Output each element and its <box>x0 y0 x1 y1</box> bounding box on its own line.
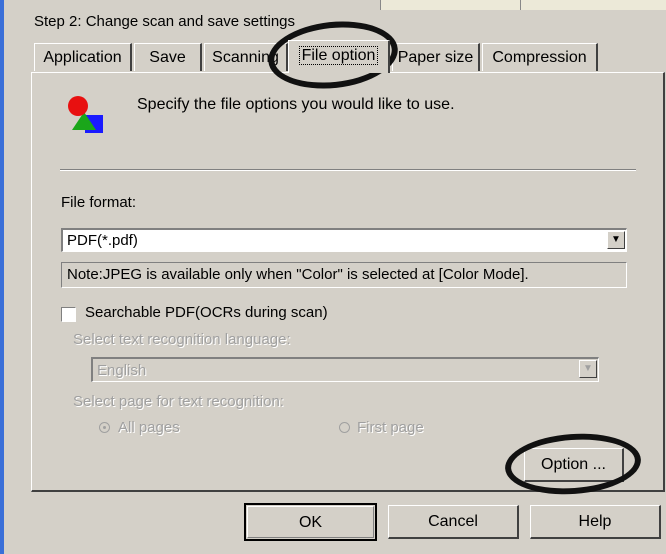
step-label: Step 2: Change scan and save settings <box>34 13 296 30</box>
panel-description: Specify the file options you would like … <box>137 96 455 113</box>
tab-application[interactable]: Application <box>34 43 132 71</box>
tab-compression[interactable]: Compression <box>482 43 598 71</box>
ok-button[interactable]: OK <box>244 503 377 541</box>
file-format-value: PDF(*.pdf) <box>67 232 138 249</box>
shapes-icon <box>68 96 103 133</box>
window-edge <box>0 0 4 554</box>
tab-file-option[interactable]: File option <box>288 40 390 73</box>
background-window-fragment <box>380 0 522 10</box>
radio-all-pages-label[interactable]: All pages <box>118 419 180 436</box>
tab-save[interactable]: Save <box>134 43 202 71</box>
separator <box>60 169 636 171</box>
chevron-down-icon[interactable]: ▼ <box>579 360 597 378</box>
cancel-button[interactable]: Cancel <box>388 505 519 539</box>
format-note: Note:JPEG is available only when "Color"… <box>61 262 627 288</box>
searchable-pdf-checkbox[interactable] <box>61 307 76 322</box>
radio-all-pages[interactable] <box>99 422 110 433</box>
file-format-select[interactable]: PDF(*.pdf) ▼ <box>61 228 627 252</box>
language-value: English <box>97 362 147 379</box>
option-button[interactable]: Option ... <box>524 448 624 482</box>
chevron-down-icon[interactable]: ▼ <box>607 231 625 249</box>
tab-paper-size[interactable]: Paper size <box>392 43 480 71</box>
file-format-label: File format: <box>61 194 137 211</box>
help-button[interactable]: Help <box>530 505 661 539</box>
radio-first-page[interactable] <box>339 422 350 433</box>
language-label: Select text recognition language: <box>73 331 291 348</box>
page-select-label: Select page for text recognition: <box>73 393 284 410</box>
tab-scanning[interactable]: Scanning <box>204 43 288 71</box>
radio-first-page-label[interactable]: First page <box>357 419 424 436</box>
searchable-pdf-label[interactable]: Searchable PDF(OCRs during scan) <box>85 304 328 321</box>
background-window-fragment-2 <box>520 0 666 10</box>
language-select[interactable]: English ▼ <box>91 357 599 382</box>
